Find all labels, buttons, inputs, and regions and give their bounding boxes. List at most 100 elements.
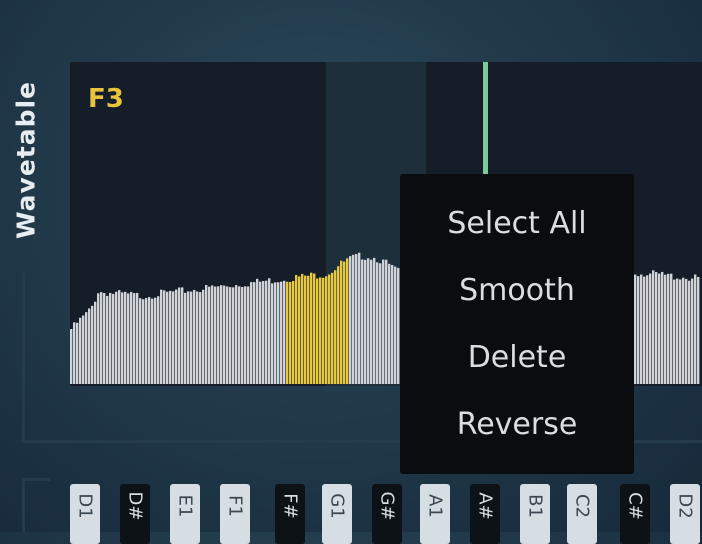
wave-bar[interactable] bbox=[106, 295, 109, 384]
wave-bar[interactable] bbox=[265, 280, 268, 384]
wave-bar[interactable] bbox=[100, 292, 103, 384]
wave-bar[interactable] bbox=[688, 280, 691, 384]
wave-bar[interactable] bbox=[91, 305, 94, 384]
key-a1[interactable]: A1 bbox=[420, 484, 450, 544]
selected-wave-bar[interactable] bbox=[322, 277, 325, 384]
key-d2[interactable]: D2 bbox=[670, 484, 700, 544]
wave-bar[interactable] bbox=[115, 291, 118, 384]
menu-item-select-all[interactable]: Select All bbox=[400, 204, 634, 244]
wave-bar[interactable] bbox=[190, 291, 193, 384]
selected-wave-bar[interactable] bbox=[316, 278, 319, 384]
key-f-sharp[interactable]: F# bbox=[275, 484, 305, 544]
wave-bar[interactable] bbox=[139, 298, 142, 384]
wave-bar[interactable] bbox=[394, 266, 397, 384]
wave-bar[interactable] bbox=[280, 281, 283, 384]
wave-bar[interactable] bbox=[682, 277, 685, 384]
wave-bar[interactable] bbox=[658, 273, 661, 384]
wave-bar[interactable] bbox=[697, 277, 700, 384]
selected-wave-bar[interactable] bbox=[307, 275, 310, 384]
selected-wave-bar[interactable] bbox=[313, 273, 316, 384]
wave-bar[interactable] bbox=[247, 286, 250, 384]
wave-bar[interactable] bbox=[154, 297, 157, 384]
wave-bar[interactable] bbox=[694, 274, 697, 384]
selected-wave-bar[interactable] bbox=[343, 261, 346, 384]
key-g-sharp[interactable]: G# bbox=[372, 484, 402, 544]
wave-bar[interactable] bbox=[355, 254, 358, 384]
selected-wave-bar[interactable] bbox=[286, 281, 289, 384]
wave-bar[interactable] bbox=[229, 287, 232, 384]
wave-bar[interactable] bbox=[187, 291, 190, 384]
wave-bar[interactable] bbox=[691, 278, 694, 384]
selected-wave-bar[interactable] bbox=[328, 274, 331, 384]
menu-item-delete[interactable]: Delete bbox=[400, 338, 634, 378]
wave-bar[interactable] bbox=[208, 286, 211, 384]
wave-bar[interactable] bbox=[118, 290, 121, 384]
key-e1[interactable]: E1 bbox=[170, 484, 200, 544]
wave-bar[interactable] bbox=[388, 263, 391, 384]
wave-bar[interactable] bbox=[370, 259, 373, 384]
wave-bar[interactable] bbox=[148, 297, 151, 384]
wave-bar[interactable] bbox=[160, 289, 163, 384]
wave-bar[interactable] bbox=[262, 281, 265, 384]
key-d1[interactable]: D1 bbox=[70, 484, 100, 544]
wave-bar[interactable] bbox=[196, 291, 199, 384]
wave-bar[interactable] bbox=[109, 292, 112, 384]
wave-bar[interactable] bbox=[151, 298, 154, 384]
wave-bar[interactable] bbox=[181, 287, 184, 384]
wave-bar[interactable] bbox=[94, 301, 97, 384]
wave-bar[interactable] bbox=[166, 291, 169, 384]
wave-bar[interactable] bbox=[163, 290, 166, 384]
menu-item-smooth[interactable]: Smooth bbox=[400, 271, 634, 311]
wave-bar[interactable] bbox=[376, 262, 379, 384]
wave-bar[interactable] bbox=[130, 291, 133, 384]
selected-wave-bar[interactable] bbox=[340, 260, 343, 384]
key-c-sharp[interactable]: C# bbox=[620, 484, 650, 544]
wave-bar[interactable] bbox=[136, 292, 139, 384]
wave-bar[interactable] bbox=[670, 273, 673, 384]
wave-bar[interactable] bbox=[250, 282, 253, 384]
wave-bar[interactable] bbox=[142, 299, 145, 384]
wave-bar[interactable] bbox=[358, 252, 361, 384]
wave-bar[interactable] bbox=[145, 298, 148, 384]
wave-bar[interactable] bbox=[238, 286, 241, 384]
wave-bar[interactable] bbox=[679, 279, 682, 384]
wave-bar[interactable] bbox=[85, 312, 88, 384]
selected-wave-bar[interactable] bbox=[289, 282, 292, 384]
wave-bar[interactable] bbox=[640, 274, 643, 384]
wave-bar[interactable] bbox=[79, 317, 82, 384]
wave-bar[interactable] bbox=[202, 289, 205, 384]
selected-wave-bar[interactable] bbox=[331, 272, 334, 384]
key-f1[interactable]: F1 bbox=[220, 484, 250, 544]
wave-bar[interactable] bbox=[643, 276, 646, 384]
wave-bar[interactable] bbox=[157, 296, 160, 384]
wave-bar[interactable] bbox=[367, 258, 370, 384]
wave-bar[interactable] bbox=[649, 273, 652, 384]
wave-bar[interactable] bbox=[661, 271, 664, 384]
wave-bar[interactable] bbox=[220, 285, 223, 384]
selected-wave-bar[interactable] bbox=[298, 276, 301, 384]
wave-bar[interactable] bbox=[235, 285, 238, 384]
wave-bar[interactable] bbox=[244, 286, 247, 384]
wave-bar[interactable] bbox=[385, 259, 388, 384]
selected-wave-bar[interactable] bbox=[292, 280, 295, 384]
wave-bar[interactable] bbox=[211, 285, 214, 384]
selected-wave-bar[interactable] bbox=[295, 275, 298, 384]
wave-bar[interactable] bbox=[274, 282, 277, 384]
wave-bar[interactable] bbox=[382, 259, 385, 384]
wave-bar[interactable] bbox=[124, 291, 127, 384]
wave-bar[interactable] bbox=[205, 285, 208, 384]
wave-bar[interactable] bbox=[226, 286, 229, 384]
wave-bar[interactable] bbox=[364, 259, 367, 384]
key-b1[interactable]: B1 bbox=[520, 484, 550, 544]
wave-bar[interactable] bbox=[655, 271, 658, 384]
wave-bar[interactable] bbox=[70, 329, 73, 384]
wave-bar[interactable] bbox=[259, 281, 262, 384]
wave-bar[interactable] bbox=[127, 293, 130, 384]
wave-bar[interactable] bbox=[271, 283, 274, 384]
wave-bar[interactable] bbox=[634, 274, 637, 384]
wave-bar[interactable] bbox=[199, 292, 202, 384]
selected-wave-bar[interactable] bbox=[319, 277, 322, 384]
wave-bar[interactable] bbox=[217, 286, 220, 384]
wave-bar[interactable] bbox=[241, 286, 244, 384]
wave-bar[interactable] bbox=[379, 263, 382, 384]
